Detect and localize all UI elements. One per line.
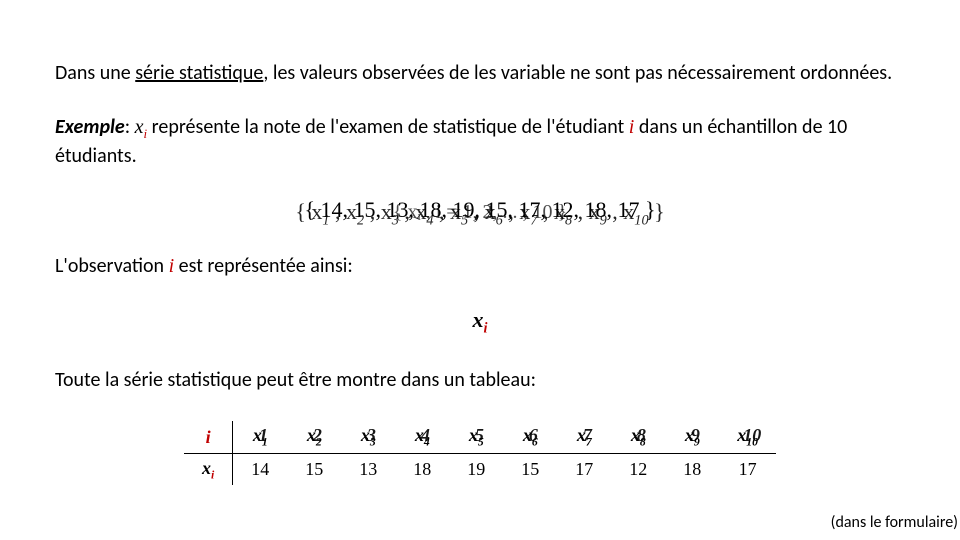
observation-paragraph: L'observation i est représentée ainsi: [55,253,905,279]
table-header-row: i x11 x22 x33 x44 x55 x66 x77 x88 x99 x1… [184,421,776,453]
table-values-row: xi 14 15 13 18 19 15 17 12 18 17 [184,453,776,485]
example-paragraph: Exemple: xi représente la note de l'exam… [55,114,905,169]
intro-paragraph: Dans une série statistique, les valeurs … [55,60,905,86]
xi-notation: xi [55,307,905,337]
data-set-formula: { 14, 15, 13, 18, 19, 15, 17, 12, 18, 17… [55,197,905,227]
table-intro: Toute la série statistique peut être mon… [55,367,905,393]
data-table: i x11 x22 x33 x44 x55 x66 x77 x88 x99 x1… [184,421,776,485]
footer-note: (dans le formulaire) [831,513,958,532]
